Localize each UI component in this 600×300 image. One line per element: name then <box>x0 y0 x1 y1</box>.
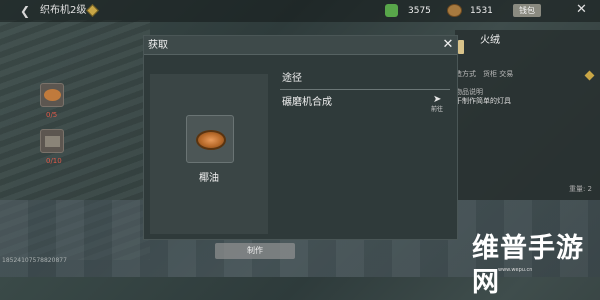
dialog-header: 获取 ✕ <box>144 36 457 55</box>
material-slot-2[interactable] <box>40 129 64 153</box>
dialog-title: 获取 <box>148 40 168 51</box>
item-info-panel: 火绒 造方式 货柜 交易 物品说明 于制作简单的灯具 重量: 2 <box>455 30 600 200</box>
oil-bowl-icon <box>44 89 61 101</box>
watermark-url: www.wepu.cn <box>498 267 533 273</box>
candle-icon <box>458 40 464 54</box>
cloth-icon <box>45 136 60 147</box>
goto-label[interactable]: 前往 <box>431 106 443 114</box>
close-icon[interactable]: ✕ <box>576 3 587 17</box>
item-info-title: 火绒 <box>480 35 500 46</box>
route-item[interactable]: 碾磨机合成 ➤ 前往 <box>280 94 450 116</box>
item-info-desc: 于制作简单的灯具 <box>455 97 511 105</box>
paper-plane-icon[interactable]: ➤ <box>433 94 441 105</box>
make-button[interactable]: 制作 <box>215 243 295 259</box>
wallet-button[interactable]: 钱包 <box>513 4 541 17</box>
resource-2-value: 1531 <box>470 6 493 16</box>
diamond-icon <box>86 4 99 17</box>
page-title: 织布机2级 <box>40 5 87 16</box>
green-resource-icon <box>385 4 398 17</box>
route-header: 途径 <box>282 73 302 84</box>
chevron-left-icon[interactable]: ❮ <box>20 3 34 19</box>
acquire-dialog: 获取 ✕ 椰油 途径 碾磨机合成 ➤ 前往 <box>143 35 458 240</box>
item-preview: 椰油 <box>150 74 268 234</box>
item-name: 椰油 <box>199 173 219 184</box>
diamond-icon <box>584 70 595 81</box>
route-label: 碾磨机合成 <box>282 97 332 108</box>
item-weight: 重量: 2 <box>568 185 592 193</box>
player-id: 18524107578820877 <box>2 257 67 264</box>
watermark-text: 维普手游网 <box>472 233 584 298</box>
top-bar: ❮ 织布机2级 3575 1531 钱包 ✕ <box>0 0 600 22</box>
resource-1-value: 3575 <box>408 6 431 16</box>
close-icon[interactable]: ✕ <box>441 37 455 53</box>
item-slot <box>186 115 234 163</box>
item-info-source: 造方式 货柜 交易 <box>455 70 514 78</box>
item-info-desc-label: 物品说明 <box>455 88 483 96</box>
material-slot-1[interactable] <box>40 83 64 107</box>
bread-resource-icon <box>447 4 462 17</box>
slot-1-count: 0/5 <box>46 111 58 119</box>
slot-2-count: 0/10 <box>46 157 62 165</box>
coconut-oil-icon <box>196 130 226 150</box>
divider <box>280 89 450 90</box>
